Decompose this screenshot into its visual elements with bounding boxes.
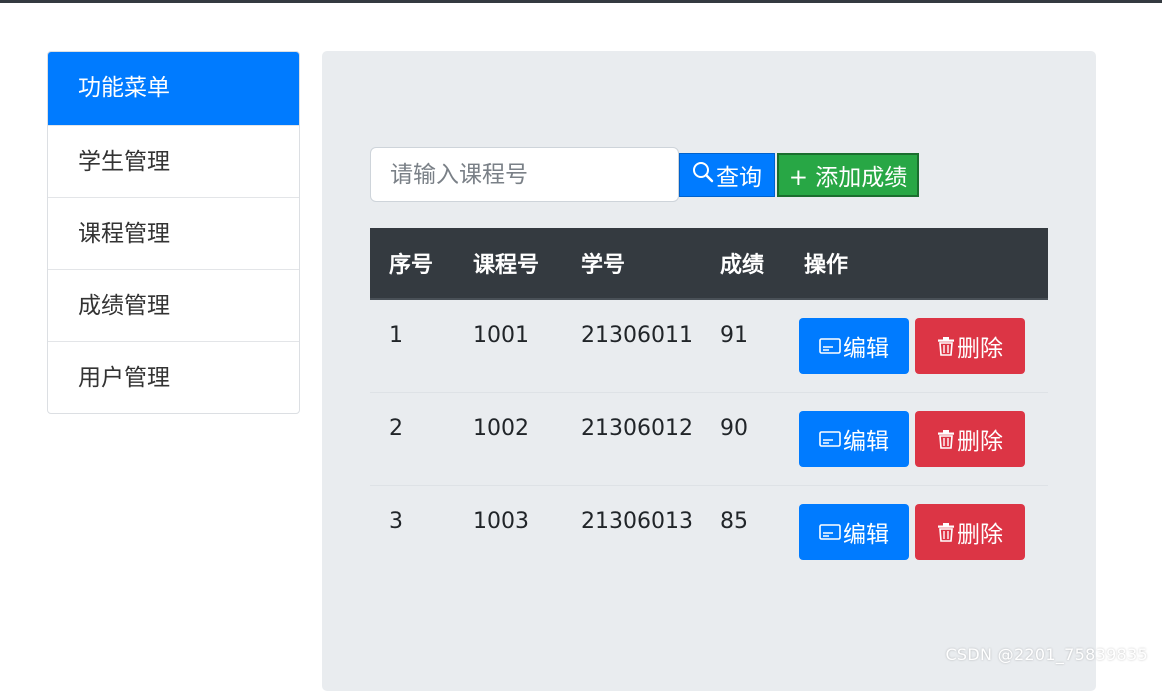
csdn-watermark: CSDN @2201_75839835 xyxy=(945,645,1148,664)
sidebar-header-function-menu[interactable]: 功能菜单 xyxy=(48,52,299,125)
delete-button[interactable]: 删除 xyxy=(915,410,1025,467)
delete-button-label: 删除 xyxy=(957,428,1003,455)
search-button-label: 查询 xyxy=(716,165,762,191)
add-grade-button[interactable]: + 添加成绩 xyxy=(777,153,919,197)
cell-index: 2 xyxy=(370,391,454,485)
cell-course-id: 1002 xyxy=(454,391,562,485)
search-icon xyxy=(692,161,714,189)
trash-icon xyxy=(938,429,954,449)
cell-student-id: 21306012 xyxy=(562,391,701,485)
delete-button-label: 删除 xyxy=(957,336,1003,362)
delete-button[interactable]: 删除 xyxy=(915,318,1025,374)
cell-grade: 91 xyxy=(720,323,748,348)
card-icon xyxy=(819,430,841,447)
delete-button-label: 删除 xyxy=(957,521,1003,548)
delete-button[interactable]: 删除 xyxy=(915,503,1025,560)
edit-button[interactable]: 编辑 xyxy=(799,503,909,560)
cell-index: 1 xyxy=(389,323,403,348)
sidebar-item-student-management[interactable]: 学生管理 xyxy=(48,125,299,197)
table-row: 2 1002 21306012 90 编辑 删除 xyxy=(370,391,1048,485)
trash-icon xyxy=(938,337,954,356)
header-index: 序号 xyxy=(370,228,454,300)
cell-course-id: 1001 xyxy=(473,323,529,348)
header-course-id: 课程号 xyxy=(454,228,562,300)
table-row: 3 1003 21306013 85 编辑 删除 xyxy=(370,484,1048,578)
cell-student-id: 21306013 xyxy=(562,484,701,578)
search-button[interactable]: 查询 xyxy=(679,153,775,197)
main-panel: 查询 + 添加成绩 序号 课程号 学号 成绩 操作 1 1001 2130601… xyxy=(322,51,1096,691)
table-header-row: 序号 课程号 学号 成绩 操作 xyxy=(370,228,1048,300)
edit-button-label: 编辑 xyxy=(843,521,889,548)
cell-grade: 85 xyxy=(701,484,785,578)
sidebar-item-user-management[interactable]: 用户管理 xyxy=(48,341,299,413)
cell-actions: 编辑 删除 xyxy=(785,484,1048,578)
sidebar-item-course-management[interactable]: 课程管理 xyxy=(48,197,299,269)
edit-button-label: 编辑 xyxy=(843,428,889,455)
cell-grade: 90 xyxy=(701,391,785,485)
edit-button[interactable]: 编辑 xyxy=(799,318,909,374)
card-icon xyxy=(819,338,841,354)
cell-actions: 编辑 删除 xyxy=(785,391,1048,485)
sidebar-item-grade-management[interactable]: 成绩管理 xyxy=(48,269,299,341)
header-student-id: 学号 xyxy=(562,228,701,300)
header-grade: 成绩 xyxy=(701,228,785,300)
cell-course-id: 1003 xyxy=(454,484,562,578)
course-search-input[interactable] xyxy=(370,147,679,202)
grades-table: 序号 课程号 学号 成绩 操作 1 1001 21306011 91 编辑 删除… xyxy=(370,228,1048,578)
sidebar-menu: 功能菜单 学生管理 课程管理 成绩管理 用户管理 xyxy=(47,51,300,414)
edit-button-label: 编辑 xyxy=(843,336,889,362)
edit-button[interactable]: 编辑 xyxy=(799,410,909,467)
top-border xyxy=(0,0,1162,3)
card-icon xyxy=(819,523,841,540)
header-actions: 操作 xyxy=(785,228,1048,300)
trash-icon xyxy=(938,522,954,542)
cell-index: 3 xyxy=(370,484,454,578)
cell-actions: 编辑 删除 xyxy=(785,299,1048,392)
cell-student-id: 21306011 xyxy=(581,323,693,348)
table-row: 1 1001 21306011 91 编辑 删除 xyxy=(370,299,1048,392)
